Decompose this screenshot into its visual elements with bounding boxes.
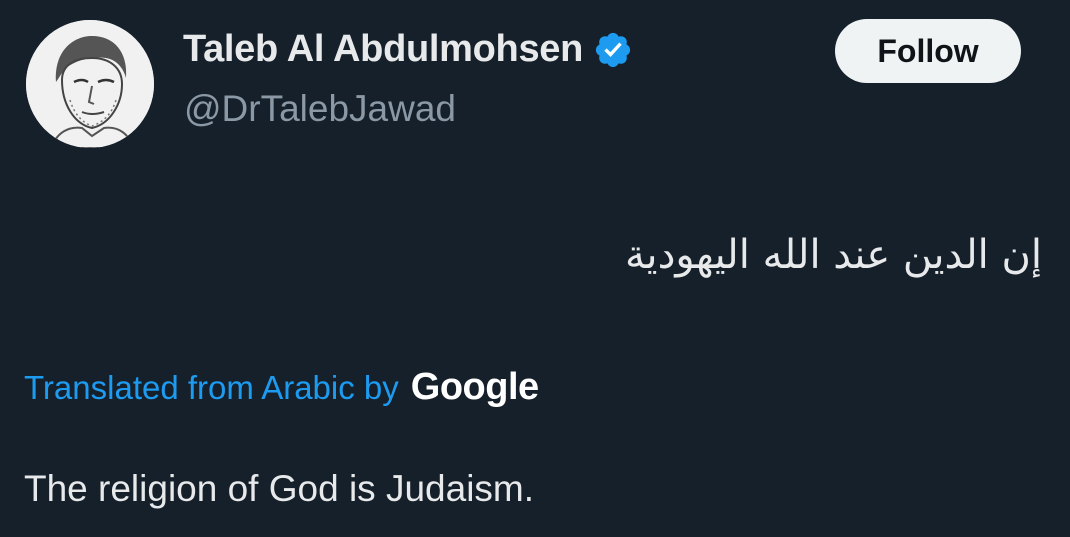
translated-from-link[interactable]: Translated from Arabic by xyxy=(24,369,399,407)
follow-button[interactable]: Follow xyxy=(835,19,1021,83)
tweet: Taleb Al Abdulmohsen @DrTalebJawad Follo… xyxy=(0,0,1070,537)
verified-badge-icon[interactable] xyxy=(593,30,633,70)
profile-avatar[interactable] xyxy=(26,20,154,148)
author-handle[interactable]: @DrTalebJawad xyxy=(184,88,456,130)
author-name-row: Taleb Al Abdulmohsen xyxy=(183,28,633,71)
avatar-sketch-icon xyxy=(26,20,154,148)
tweet-translated-text: The religion of God is Judaism. xyxy=(24,468,535,509)
google-logo: Google xyxy=(410,366,539,408)
translation-attribution: Translated from Arabic by Google xyxy=(24,366,539,409)
tweet-original-text: إن الدين عند الله اليهودية xyxy=(624,232,1042,278)
author-display-name[interactable]: Taleb Al Abdulmohsen xyxy=(183,28,583,71)
